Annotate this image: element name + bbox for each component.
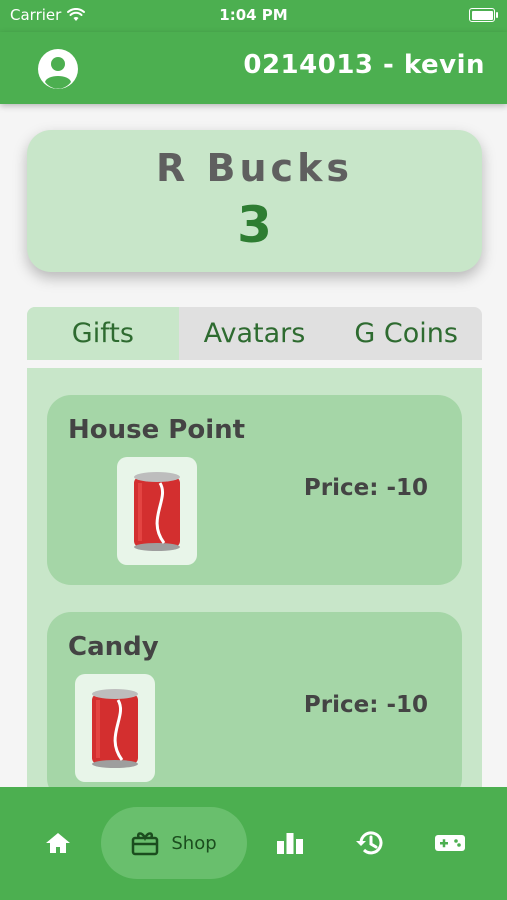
nav-games[interactable] bbox=[426, 807, 474, 879]
soda-can-icon bbox=[117, 457, 197, 565]
tab-g-coins[interactable]: G Coins bbox=[330, 307, 482, 360]
item-price: Price: -10 bbox=[303, 475, 428, 501]
balance-card: R Bucks 3 bbox=[27, 130, 482, 272]
status-bar: Carrier 1:04 PM bbox=[0, 0, 507, 32]
item-price: Price: -10 bbox=[303, 692, 428, 718]
shop-item-house-point[interactable]: House Point Price: -10 bbox=[47, 395, 462, 585]
soda-can-icon bbox=[75, 674, 155, 782]
shop-tabs: Gifts Avatars G Coins bbox=[27, 307, 482, 360]
user-id-label: 0214013 - kevin bbox=[243, 50, 485, 80]
home-icon bbox=[46, 833, 70, 853]
shop-item-candy[interactable]: Candy Price: -10 bbox=[47, 612, 462, 788]
nav-home[interactable] bbox=[34, 807, 82, 879]
item-name: Candy bbox=[68, 632, 159, 662]
items-panel[interactable]: House Point Price: -10 Candy Price: -10 bbox=[27, 368, 482, 788]
tab-avatars[interactable]: Avatars bbox=[179, 307, 331, 360]
bar-chart-icon bbox=[277, 833, 303, 854]
status-time: 1:04 PM bbox=[219, 6, 288, 24]
balance-value: 3 bbox=[237, 196, 272, 254]
gamepad-icon bbox=[435, 835, 465, 851]
nav-shop-label: Shop bbox=[171, 832, 217, 854]
gift-shop-icon bbox=[132, 832, 159, 856]
app-bar: 0214013 - kevin bbox=[0, 32, 507, 104]
nav-stats[interactable] bbox=[266, 807, 314, 879]
nav-shop[interactable]: Shop bbox=[101, 807, 247, 879]
nav-history[interactable] bbox=[346, 807, 394, 879]
tab-gifts[interactable]: Gifts bbox=[27, 307, 179, 360]
item-name: House Point bbox=[68, 415, 246, 445]
profile-avatar-icon[interactable] bbox=[38, 49, 78, 89]
bottom-nav: Shop bbox=[0, 787, 507, 900]
balance-label: R Bucks bbox=[156, 146, 353, 190]
battery-icon bbox=[469, 8, 498, 22]
history-icon bbox=[356, 831, 383, 855]
